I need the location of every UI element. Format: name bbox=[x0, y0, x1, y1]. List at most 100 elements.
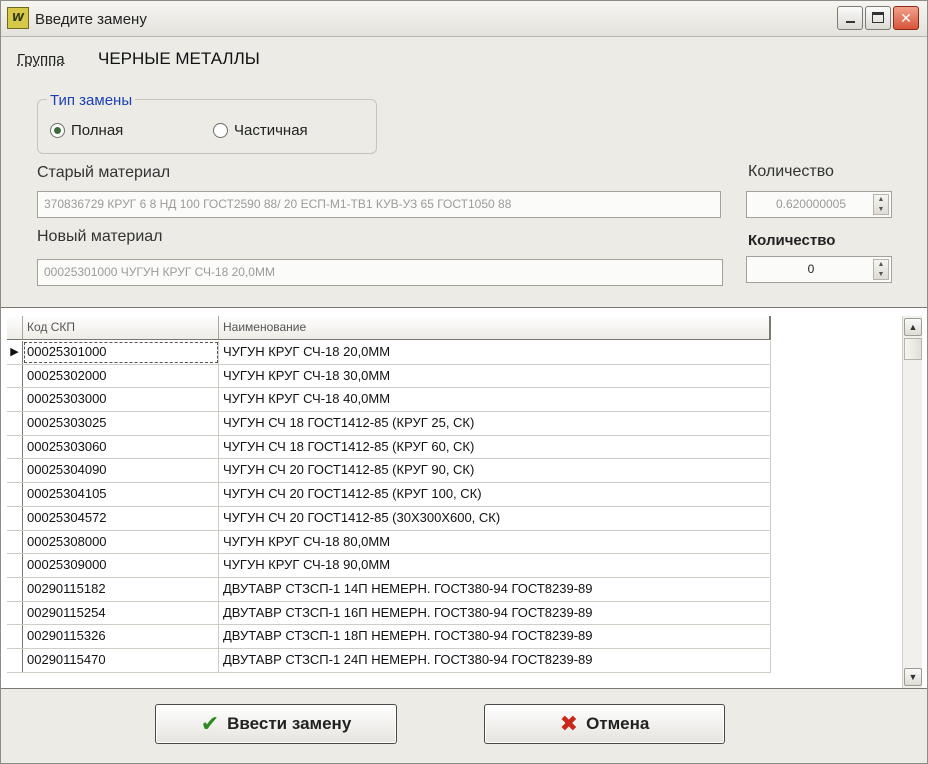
cell-code[interactable]: 00025303000 bbox=[23, 388, 219, 412]
radio-full[interactable]: Полная bbox=[50, 122, 123, 139]
cell-code[interactable]: 00290115326 bbox=[23, 625, 219, 648]
cell-code[interactable]: 00290115254 bbox=[23, 601, 219, 625]
column-header-name[interactable]: Наименование bbox=[219, 316, 771, 339]
old-qty-field[interactable]: 0.620000005 ▲ ▼ bbox=[746, 191, 892, 218]
cell-name[interactable]: ЧУГУН СЧ 18 ГОСТ1412-85 (КРУГ 60, СК) bbox=[219, 435, 771, 459]
table-row[interactable]: 00290115470 ДВУТАВР СТЗСП-1 24П НЕМЕРН. Г… bbox=[7, 648, 771, 673]
cell-code[interactable]: 00025303025 bbox=[23, 412, 219, 435]
old-qty-label: Количество bbox=[748, 163, 834, 180]
radio-selected-icon bbox=[50, 123, 65, 138]
x-icon: ✖ bbox=[559, 711, 579, 736]
replace-type-legend: Тип замены bbox=[47, 92, 136, 109]
radio-full-label: Полная bbox=[71, 122, 124, 139]
row-indicator bbox=[7, 577, 23, 601]
cell-name[interactable]: ДВУТАВР СТЗСП-1 18П НЕМЕРН. ГОСТ380-94 Г… bbox=[219, 625, 771, 648]
scroll-thumb[interactable] bbox=[904, 338, 922, 360]
row-indicator bbox=[7, 435, 23, 459]
cell-name[interactable]: ДВУТАВР СТЗСП-1 24П НЕМЕРН. ГОСТ380-94 Г… bbox=[219, 648, 771, 672]
old-qty-value: 0.620000005 bbox=[775, 197, 847, 211]
indicator-header bbox=[7, 316, 23, 339]
cell-code[interactable]: 00290115182 bbox=[23, 577, 219, 601]
cell-code[interactable]: 00025301000 bbox=[23, 341, 219, 364]
row-indicator bbox=[7, 412, 23, 435]
app-icon: W bbox=[7, 7, 29, 29]
cell-code[interactable]: 00025303060 bbox=[23, 435, 219, 459]
cell-name[interactable]: ЧУГУН КРУГ СЧ-18 20,0ММ bbox=[219, 341, 771, 364]
cell-name[interactable]: ДВУТАВР СТЗСП-1 14П НЕМЕРН. ГОСТ380-94 Г… bbox=[219, 577, 771, 601]
row-indicator bbox=[7, 625, 23, 648]
cell-code[interactable]: 00025302000 bbox=[23, 364, 219, 388]
table-row[interactable]: 00025309000 ЧУГУН КРУГ СЧ-18 90,0ММ bbox=[7, 554, 771, 578]
table-row[interactable]: 00025302000 ЧУГУН КРУГ СЧ-18 30,0ММ bbox=[7, 364, 771, 389]
table-row[interactable]: 00025304090 ЧУГУН СЧ 20 ГОСТ1412-85 (КРУГ… bbox=[7, 459, 771, 484]
cell-name[interactable]: ДВУТАВР СТЗСП-1 16П НЕМЕРН. ГОСТ380-94 Г… bbox=[219, 601, 771, 625]
row-indicator bbox=[7, 483, 23, 506]
row-indicator bbox=[7, 648, 23, 672]
grid-header: Код СКП Наименование bbox=[7, 316, 771, 340]
cancel-button[interactable]: ✖ Отмена bbox=[484, 704, 725, 744]
table-row[interactable]: 00025304572 ЧУГУН СЧ 20 ГОСТ1412-85 (30X3… bbox=[7, 506, 771, 531]
cell-code[interactable]: 00290115470 bbox=[23, 648, 219, 672]
cell-name[interactable]: ЧУГУН КРУГ СЧ-18 90,0ММ bbox=[219, 554, 771, 577]
row-indicator bbox=[7, 530, 23, 554]
close-icon: ✕ bbox=[900, 10, 912, 26]
window-title: Введите замену bbox=[35, 11, 147, 28]
cell-name[interactable]: ЧУГУН СЧ 18 ГОСТ1412-85 (КРУГ 25, СК) bbox=[219, 412, 771, 435]
new-qty-value: 0 bbox=[807, 262, 815, 276]
apply-replacement-label: Ввести замену bbox=[227, 714, 352, 733]
table-row[interactable]: 00025303060 ЧУГУН СЧ 18 ГОСТ1412-85 (КРУГ… bbox=[7, 435, 771, 460]
table-row[interactable]: 00025303025 ЧУГУН СЧ 18 ГОСТ1412-85 (КРУГ… bbox=[7, 412, 771, 436]
cell-name[interactable]: ЧУГУН СЧ 20 ГОСТ1412-85 (КРУГ 100, СК) bbox=[219, 483, 771, 506]
new-qty-label: Количество bbox=[748, 232, 836, 249]
group-value: ЧЕРНЫЕ МЕТАЛЛЫ bbox=[98, 49, 260, 68]
minimize-button[interactable] bbox=[837, 6, 863, 30]
checkmark-icon: ✔ bbox=[200, 711, 220, 736]
cell-code[interactable]: 00025304090 bbox=[23, 459, 219, 483]
radio-partial-label: Частичная bbox=[234, 122, 308, 139]
table-row[interactable]: 00025303000 ЧУГУН КРУГ СЧ-18 40,0ММ bbox=[7, 388, 771, 413]
row-indicator bbox=[7, 554, 23, 577]
cell-code[interactable]: 00025309000 bbox=[23, 554, 219, 577]
minimize-icon bbox=[845, 21, 855, 23]
new-material-label: Новый материал bbox=[37, 228, 163, 245]
cell-code[interactable]: 00025308000 bbox=[23, 530, 219, 554]
scroll-down-button[interactable]: ▼ bbox=[904, 668, 922, 686]
new-qty-field[interactable]: 0 ▲ ▼ bbox=[746, 256, 892, 283]
cell-name[interactable]: ЧУГУН КРУГ СЧ-18 80,0ММ bbox=[219, 530, 771, 554]
close-button[interactable]: ✕ bbox=[893, 6, 919, 30]
row-indicator bbox=[7, 459, 23, 483]
table-row[interactable]: 00290115254 ДВУТАВР СТЗСП-1 16П НЕМЕРН. Г… bbox=[7, 601, 771, 626]
table-row[interactable]: 00025308000 ЧУГУН КРУГ СЧ-18 80,0ММ bbox=[7, 530, 771, 555]
table-row[interactable]: 00290115326 ДВУТАВР СТЗСП-1 18П НЕМЕРН. Г… bbox=[7, 625, 771, 649]
apply-replacement-button[interactable]: ✔ Ввести замену bbox=[155, 704, 397, 744]
old-qty-spinner[interactable]: ▲ ▼ bbox=[873, 194, 889, 215]
vertical-scrollbar[interactable]: ▲ ▼ bbox=[902, 316, 922, 688]
maximize-button[interactable] bbox=[865, 6, 891, 30]
cell-name[interactable]: ЧУГУН КРУГ СЧ-18 40,0ММ bbox=[219, 388, 771, 412]
row-indicator bbox=[7, 506, 23, 530]
table-row[interactable]: 00290115182 ДВУТАВР СТЗСП-1 14П НЕМЕРН. Г… bbox=[7, 577, 771, 602]
table-row[interactable]: ▶ 00025301000 ЧУГУН КРУГ СЧ-18 20,0ММ bbox=[7, 341, 771, 365]
scroll-up-button[interactable]: ▲ bbox=[904, 318, 922, 336]
cell-name[interactable]: ЧУГУН СЧ 20 ГОСТ1412-85 (30X300X600, СК) bbox=[219, 506, 771, 530]
cell-code[interactable]: 00025304572 bbox=[23, 506, 219, 530]
old-material-field[interactable]: 370836729 КРУГ 6 8 НД 100 ГОСТ2590 88/ 2… bbox=[37, 191, 721, 218]
table-row[interactable]: 00025304105 ЧУГУН СЧ 20 ГОСТ1412-85 (КРУГ… bbox=[7, 483, 771, 507]
current-row-indicator-icon: ▶ bbox=[7, 341, 23, 364]
radio-partial[interactable]: Частичная bbox=[213, 122, 308, 139]
cell-name[interactable]: ЧУГУН КРУГ СЧ-18 30,0ММ bbox=[219, 364, 771, 388]
cancel-label: Отмена bbox=[586, 714, 650, 733]
dialog-window: W Введите замену ✕ Группа ЧЕРНЫЕ МЕТАЛЛЫ… bbox=[0, 0, 928, 764]
group-link[interactable]: Группа bbox=[17, 51, 65, 68]
new-qty-spinner[interactable]: ▲ ▼ bbox=[873, 259, 889, 280]
materials-grid[interactable]: Код СКП Наименование ▶ 00025301000 ЧУГУН К… bbox=[1, 307, 927, 689]
column-header-code[interactable]: Код СКП bbox=[23, 316, 219, 339]
title-bar[interactable]: W Введите замену ✕ bbox=[1, 1, 927, 37]
cell-name[interactable]: ЧУГУН СЧ 20 ГОСТ1412-85 (КРУГ 90, СК) bbox=[219, 459, 771, 483]
new-material-field[interactable]: 00025301000 ЧУГУН КРУГ СЧ-18 20,0ММ bbox=[37, 259, 723, 286]
cell-code[interactable]: 00025304105 bbox=[23, 483, 219, 506]
row-indicator bbox=[7, 388, 23, 412]
radio-unselected-icon bbox=[213, 123, 228, 138]
maximize-icon bbox=[872, 12, 884, 23]
old-material-label: Старый материал bbox=[37, 164, 171, 181]
